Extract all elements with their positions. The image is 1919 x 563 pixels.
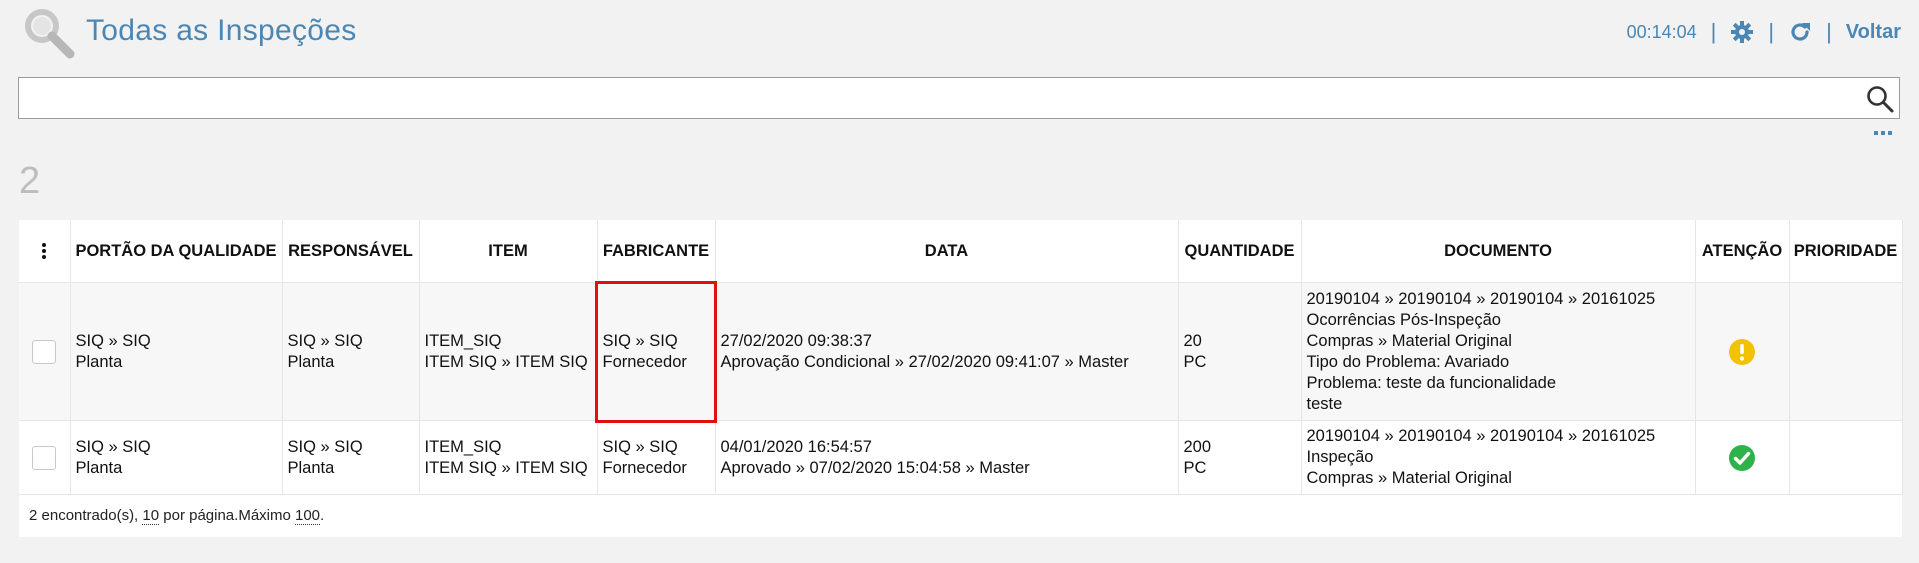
search-bar [18,77,1900,119]
cell-text: SIQ » SIQ [75,437,151,456]
magnifier-logo-icon [25,9,75,59]
more-options-icon[interactable] [1874,129,1894,137]
cell-data: 04/01/2020 16:54:57 Aprovado » 07/02/202… [715,420,1179,494]
cell-text: Inspeção [1306,448,1374,466]
cell-text: SIQ » SIQ [287,331,363,350]
column-header[interactable]: DOCUMENTO [1301,220,1696,283]
cell-text: Compras » Material Original [1306,331,1512,350]
cell-fabricante: SIQ » SIQ Fornecedor [597,420,716,494]
cell-text: ITEM_SIQ [424,331,502,350]
cell-text: teste [1306,394,1343,413]
cell-text: ITEM SIQ » ITEM SIQ [424,458,588,477]
row-checkbox[interactable] [32,445,57,470]
cell-atencao [1695,420,1790,494]
cell-text: Planta [287,458,335,477]
cell-item: ITEM_SIQ ITEM SIQ » ITEM SIQ [419,420,598,494]
divider: | [1710,19,1717,44]
cell-text: Planta [287,352,335,371]
cell-text: Problema: teste da funcionalidade [1306,373,1557,392]
cell-atencao [1695,282,1790,421]
row-checkbox[interactable] [32,339,57,364]
cell-text: Fornecedor [602,458,687,477]
cell-text: Tipo do Problema: Avariado [1306,352,1510,371]
result-count: 2 [19,160,41,202]
cell-text: ITEM_SIQ [424,437,502,456]
cell-text: Ocorrências Pós-Inspeção [1306,310,1501,329]
cell-text: 20 [1183,331,1202,350]
column-header[interactable]: ATENÇÃO [1695,220,1790,283]
gear-icon[interactable] [1730,20,1754,44]
row-select-cell [19,420,71,494]
header: Todas as Inspeções 00:14:04 | | | Voltar [0,0,1919,70]
max-selector[interactable]: 100 [295,507,321,525]
cell-text: Planta [75,458,123,477]
inspections-table: PORTÃO DA QUALIDADE RESPONSÁVEL ITEM FAB… [19,220,1903,537]
column-header[interactable]: PORTÃO DA QUALIDADE [70,220,283,283]
search-input[interactable] [19,78,1859,116]
cell-prioridade [1789,420,1903,494]
page-title: Todas as Inspeções [86,14,357,47]
cell-text: Planta [75,352,123,371]
cell-text: 200 [1183,437,1212,456]
cell-text: PC [1183,458,1207,477]
row-select-cell [19,282,71,421]
divider: | [1826,19,1832,44]
column-header[interactable]: QUANTIDADE [1178,220,1302,283]
cell-documento: 20190104 » 20190104 » 20190104 » 2016102… [1301,282,1696,421]
cell-quantidade: 200 PC [1178,420,1302,494]
footer-end: . [320,507,325,524]
found-text: 2 encontrado(s), [29,507,143,524]
cell-text: Aprovação Condicional » 27/02/2020 09:41… [720,352,1129,371]
refresh-icon[interactable] [1788,20,1812,44]
cell-responsavel: SIQ » SIQ Planta [282,420,420,494]
search-icon[interactable] [1865,84,1895,114]
cell-text: 04/01/2020 16:54:57 [720,437,872,456]
cell-text: SIQ » SIQ [602,437,678,456]
cell-quantidade: 20 PC [1178,282,1302,421]
cell-text: 20190104 » 20190104 » 20190104 » 2016102… [1306,289,1656,308]
cell-text: SIQ » SIQ [602,331,678,350]
cell-text: Aprovado » 07/02/2020 15:04:58 » Master [720,458,1030,477]
cell-text: 27/02/2020 09:38:37 [720,331,872,350]
table-header-row: PORTÃO DA QUALIDADE RESPONSÁVEL ITEM FAB… [19,220,1903,283]
back-link[interactable]: Voltar [1846,21,1901,44]
cell-responsavel: SIQ » SIQ Planta [282,282,420,421]
cell-text: SIQ » SIQ [287,437,363,456]
cell-text: ITEM SIQ » ITEM SIQ [424,352,588,371]
kebab-menu-icon[interactable] [42,243,47,259]
cell-portao: SIQ » SIQ Planta [70,420,283,494]
per-page-selector[interactable]: 10 [142,507,160,525]
cell-text: Compras » Material Original [1306,469,1512,487]
column-header[interactable]: PRIORIDADE [1789,220,1903,283]
cell-text: Fornecedor [602,352,687,371]
pagination-footer: 2 encontrado(s), 10 por página.Máximo 10… [19,494,1902,537]
warning-icon [1729,338,1755,365]
check-icon [1729,444,1755,471]
cell-fabricante-highlighted: SIQ » SIQ Fornecedor [595,280,717,423]
table-row[interactable]: SIQ » SIQ Planta SIQ » SIQ Planta ITEM_S… [19,280,1903,423]
cell-text: SIQ » SIQ [75,331,151,350]
column-header[interactable]: FABRICANTE [597,220,716,283]
table-row[interactable]: SIQ » SIQ Planta SIQ » SIQ Planta ITEM_S… [19,420,1903,494]
cell-data: 27/02/2020 09:38:37 Aprovação Condiciona… [715,282,1179,421]
session-timer: 00:14:04 [1626,21,1697,42]
divider: | [1768,19,1775,44]
cell-text: PC [1183,352,1207,371]
per-page-text: por página.Máximo [159,507,295,524]
column-header[interactable]: DATA [715,220,1179,283]
column-menu[interactable] [19,220,71,283]
header-actions: 00:14:04 | | | Voltar [1627,20,1901,44]
column-header[interactable]: ITEM [419,220,598,283]
cell-item: ITEM_SIQ ITEM SIQ » ITEM SIQ [419,282,598,421]
cell-portao: SIQ » SIQ Planta [70,282,283,421]
cell-text: 20190104 » 20190104 » 20190104 » 2016102… [1306,427,1656,445]
cell-documento: 20190104 » 20190104 » 20190104 » 2016102… [1301,420,1696,494]
column-header[interactable]: RESPONSÁVEL [282,220,420,283]
cell-prioridade [1789,282,1903,421]
